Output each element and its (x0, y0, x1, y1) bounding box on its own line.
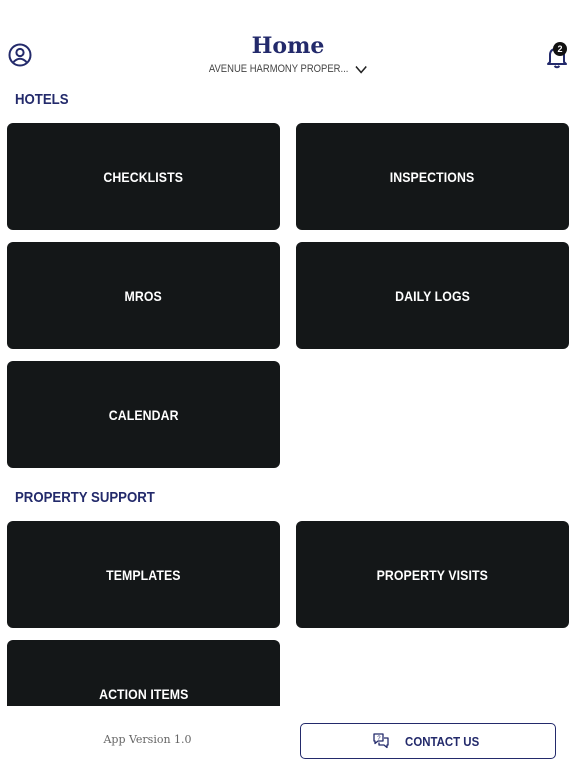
tile-label: ACTION ITEMS (98, 685, 189, 702)
tile-label: CALENDAR (108, 406, 179, 423)
app-header: Home AVENUE HARMONY PROPER... 2 (0, 0, 576, 90)
mros-tile[interactable]: MROS (7, 242, 280, 349)
daily-logs-tile[interactable]: DAILY LOGS (296, 242, 569, 349)
templates-tile[interactable]: TEMPLATES (7, 521, 280, 628)
inspections-tile[interactable]: INSPECTIONS (296, 123, 569, 230)
property-selector[interactable]: AVENUE HARMONY PROPER... (209, 63, 367, 75)
chevron-down-icon (355, 65, 367, 74)
chat-bubbles-icon: ? (373, 733, 389, 749)
property-name: AVENUE HARMONY PROPER... (208, 63, 349, 75)
tile-label: TEMPLATES (106, 566, 181, 583)
header-center: Home AVENUE HARMONY PROPER... (0, 33, 576, 77)
section-title-hotels: HOTELS (15, 91, 69, 108)
tile-label: INSPECTIONS (390, 168, 475, 185)
checklists-tile[interactable]: CHECKLISTS (7, 123, 280, 230)
contact-us-label: CONTACT US (404, 733, 480, 749)
app-version: App Version 1.0 (103, 733, 192, 746)
tile-label: PROPERTY VISITS (376, 566, 489, 583)
tile-label: MROS (124, 287, 163, 304)
tile-label: DAILY LOGS (395, 287, 470, 304)
app-footer: App Version 1.0 ? CONTACT US (0, 706, 576, 768)
property-visits-tile[interactable]: PROPERTY VISITS (296, 521, 569, 628)
tile-label: CHECKLISTS (103, 168, 184, 185)
calendar-tile[interactable]: CALENDAR (7, 361, 280, 468)
page-title: Home (251, 33, 325, 59)
section-title-property-support: PROPERTY SUPPORT (15, 489, 155, 506)
contact-us-button[interactable]: ? CONTACT US (300, 723, 556, 759)
notification-badge: 2 (553, 42, 567, 56)
